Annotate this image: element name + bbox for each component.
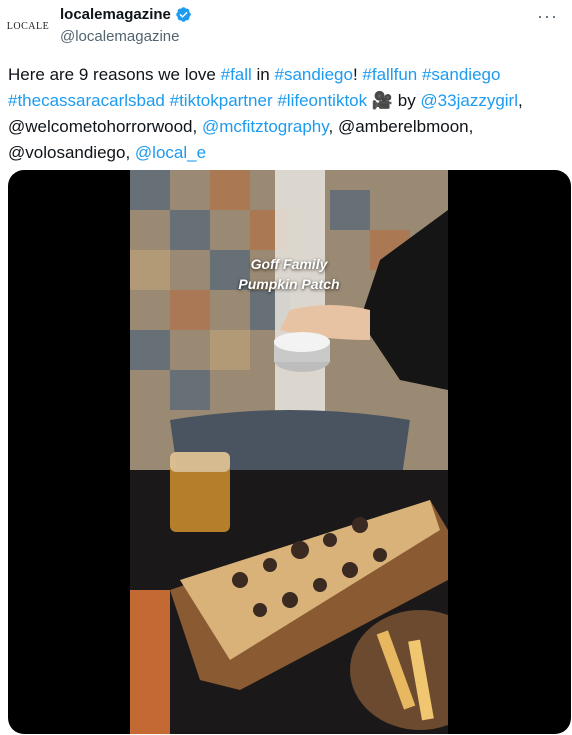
hashtag-link[interactable]: #thecassaracarlsbad: [8, 91, 165, 110]
video-frame[interactable]: Goff Family Pumpkin Patch: [130, 170, 448, 734]
hashtag-link[interactable]: #sandiego: [422, 65, 500, 84]
mention-link[interactable]: @33jazzygirl: [420, 91, 518, 110]
hashtag-link[interactable]: #lifeontiktok: [277, 91, 367, 110]
tweet-text-segment: !: [352, 65, 363, 84]
media-video[interactable]: Goff Family Pumpkin Patch: [8, 170, 571, 734]
hashtag-link[interactable]: #sandiego: [274, 65, 352, 84]
tweet-text-segment: Here are 9 reasons we love: [8, 65, 221, 84]
caption-line-1: Goff Family: [250, 256, 328, 272]
hashtag-link[interactable]: #fall: [221, 65, 252, 84]
tweet-text-segment: in: [251, 65, 275, 84]
more-dots-icon[interactable]: ···: [537, 6, 558, 27]
tweet-text: Here are 9 reasons we love #fall in #san…: [8, 62, 564, 166]
avatar[interactable]: LOCALE: [7, 6, 49, 46]
author-name-row: localemagazine: [60, 6, 192, 23]
caption-line-2: Pumpkin Patch: [238, 276, 340, 292]
mention-link[interactable]: @local_e: [135, 143, 206, 162]
display-name[interactable]: localemagazine: [60, 6, 171, 23]
tweet-text-segment: 🎥 by: [367, 91, 421, 110]
video-caption-overlay: Goff Family Pumpkin Patch: [130, 254, 448, 294]
author-handle[interactable]: @localemagazine: [60, 28, 179, 45]
mention-link[interactable]: @mcfitztography: [202, 117, 329, 136]
hashtag-link[interactable]: #tiktokpartner: [170, 91, 273, 110]
hashtag-link[interactable]: #fallfun: [362, 65, 417, 84]
verified-badge-icon: [176, 7, 191, 22]
